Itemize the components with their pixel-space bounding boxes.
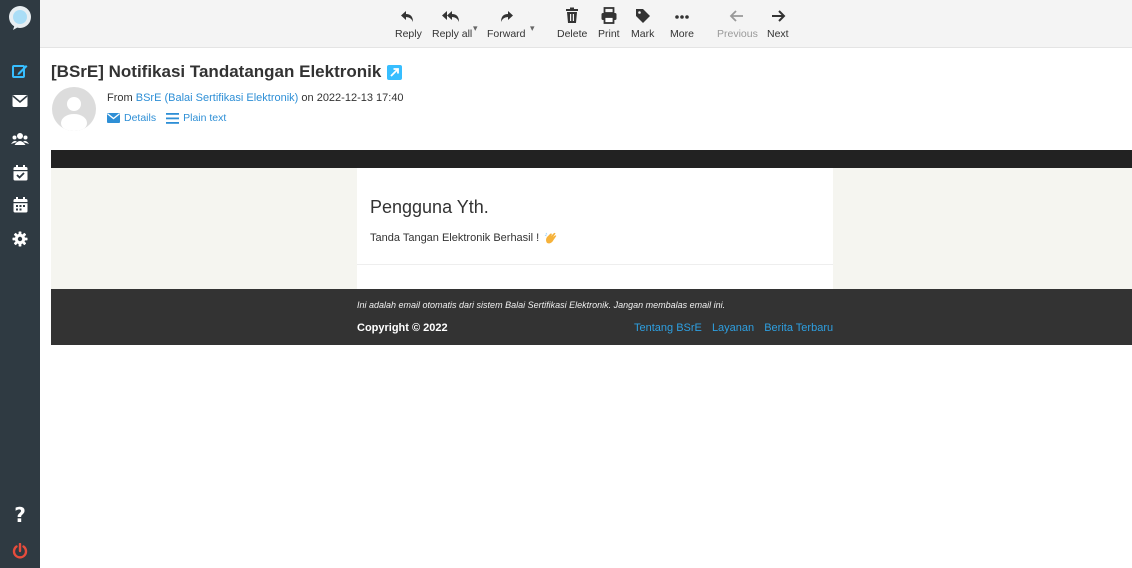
plain-text-link[interactable]: Plain text [166, 112, 226, 124]
reply-icon [401, 11, 414, 22]
settings-button[interactable] [0, 224, 40, 254]
envelope-icon [107, 113, 120, 123]
header-links: Details Plain text [107, 112, 236, 124]
footer-link-berita[interactable]: Berita Terbaru [764, 322, 833, 334]
more-icon [675, 15, 689, 19]
footer-link-tentang[interactable]: Tentang BSrE [634, 322, 702, 334]
mail-app: ? Reply Reply all ▾ Forward ▾ Delete Pri… [0, 0, 1132, 568]
email-content-card: Pengguna Yth. Tanda Tangan Elektronik Be… [357, 168, 833, 289]
sender-avatar [52, 87, 96, 131]
footer-notice: Ini adalah email otomatis dari sistem Ba… [357, 300, 726, 310]
delete-button[interactable]: Delete [557, 7, 587, 45]
content-divider [357, 264, 833, 265]
contacts-icon [11, 133, 29, 145]
forward-dropdown-icon[interactable]: ▾ [530, 23, 535, 34]
compose-button[interactable] [0, 56, 40, 86]
reply-all-dropdown-icon[interactable]: ▾ [473, 23, 478, 34]
tasks-button[interactable] [0, 158, 40, 188]
reply-all-icon [442, 11, 460, 22]
forward-icon [501, 11, 514, 22]
reply-all-button[interactable]: Reply all [432, 7, 472, 45]
next-button[interactable]: Next [767, 7, 789, 45]
reply-button[interactable]: Reply [395, 7, 422, 45]
sidebar: ? [0, 0, 40, 568]
more-button[interactable]: More [670, 7, 694, 45]
printer-icon [601, 7, 617, 24]
app-logo[interactable] [6, 4, 34, 32]
waving-hand-icon [544, 232, 557, 244]
settings-icon [12, 231, 28, 247]
calendar-button[interactable] [0, 190, 40, 220]
message-date: on 2022-12-13 17:40 [301, 92, 404, 104]
help-button[interactable]: ? [0, 500, 40, 530]
arrow-left-icon [730, 10, 744, 22]
mail-button[interactable] [0, 86, 40, 116]
from-line: From BSrE (Balai Sertifikasi Elektronik)… [107, 92, 404, 104]
contacts-button[interactable] [0, 124, 40, 154]
logout-icon [12, 543, 28, 559]
calendar-icon [13, 197, 27, 213]
print-button[interactable]: Print [598, 7, 620, 45]
trash-icon [566, 7, 579, 23]
mail-icon [12, 95, 28, 107]
message-header: [BSrE] Notifikasi Tandatangan Elektronik… [40, 48, 1132, 150]
email-body: Pengguna Yth. Tanda Tangan Elektronik Be… [51, 150, 1132, 345]
mark-button[interactable]: Mark [631, 7, 654, 45]
list-lines-icon [166, 112, 180, 124]
arrow-right-icon [771, 10, 786, 22]
email-top-banner [51, 150, 1132, 168]
compose-icon [12, 65, 28, 78]
message-toolbar: Reply Reply all ▾ Forward ▾ Delete Print… [40, 0, 1132, 48]
footer-copyright: Copyright © 2022 [357, 322, 448, 334]
greeting-text: Pengguna Yth. [370, 197, 489, 217]
email-footer: Ini adalah email otomatis dari sistem Ba… [51, 289, 1132, 345]
previous-button[interactable]: Previous [717, 7, 758, 45]
tag-icon [635, 9, 650, 23]
forward-button[interactable]: Forward [487, 7, 526, 45]
open-in-new-window-icon[interactable] [387, 64, 403, 80]
footer-link-layanan[interactable]: Layanan [712, 322, 754, 334]
message-subject: [BSrE] Notifikasi Tandatangan Elektronik [51, 62, 403, 82]
help-icon: ? [14, 503, 26, 527]
tasks-icon [13, 165, 27, 181]
footer-links: Tentang BSrE Layanan Berita Terbaru [627, 322, 833, 334]
sender-link[interactable]: BSrE (Balai Sertifikasi Elektronik) [136, 92, 299, 104]
details-link[interactable]: Details [107, 112, 156, 124]
logout-button[interactable] [0, 536, 40, 566]
body-text: Tanda Tangan Elektronik Berhasil ! [370, 231, 558, 245]
